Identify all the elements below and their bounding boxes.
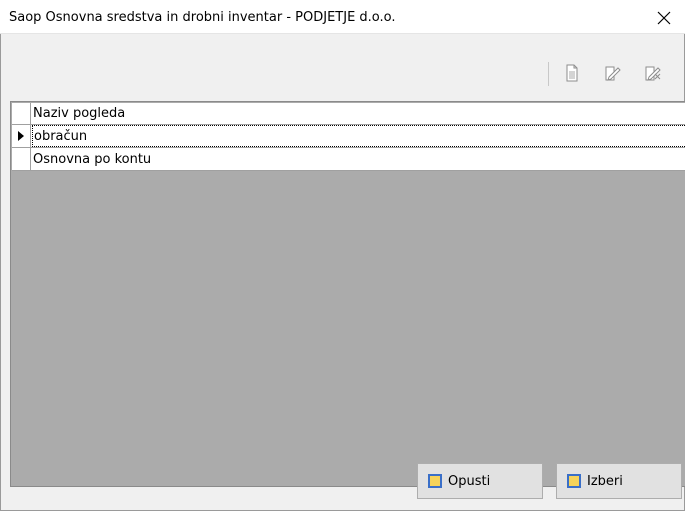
select-icon	[567, 474, 581, 488]
window-title: Saop Osnovna sredstva in drobni inventar…	[9, 10, 396, 25]
cancel-button-label: Opusti	[448, 473, 491, 489]
select-button[interactable]: Izberi	[556, 463, 682, 499]
views-grid[interactable]: Naziv pogleda obračun Osnovna po kontu	[10, 101, 685, 487]
close-button[interactable]	[643, 3, 685, 33]
toolbar	[1, 34, 684, 98]
row-indicator	[12, 125, 31, 147]
title-bar[interactable]: Saop Osnovna sredstva in drobni inventar…	[0, 3, 685, 34]
column-header-naziv-pogleda[interactable]: Naziv pogleda	[33, 103, 125, 124]
table-row[interactable]: obračun	[12, 125, 685, 148]
table-row[interactable]: Osnovna po kontu	[12, 148, 685, 171]
new-document-icon	[566, 64, 578, 82]
cancel-icon	[428, 474, 442, 488]
row-indicator	[12, 148, 31, 170]
new-button[interactable]	[561, 62, 583, 84]
cancel-button[interactable]: Opusti	[417, 463, 543, 499]
row-cell-naziv[interactable]: Osnovna po kontu	[33, 148, 151, 170]
current-row-arrow-icon	[18, 131, 24, 141]
edit-button[interactable]	[602, 62, 624, 84]
grid-header: Naziv pogleda	[12, 103, 685, 125]
delete-button[interactable]	[642, 62, 664, 84]
dialog-body: Naziv pogleda obračun Osnovna po kontu O…	[0, 34, 685, 511]
header-indicator-cell	[12, 103, 31, 124]
grid-area: Naziv pogleda obračun Osnovna po kontu	[12, 103, 685, 485]
close-icon	[657, 11, 671, 25]
row-cell-naziv[interactable]: obračun	[32, 125, 685, 147]
delete-document-icon	[645, 66, 661, 81]
edit-document-icon	[605, 66, 621, 81]
select-button-label: Izberi	[587, 473, 623, 489]
button-bar: Opusti Izberi	[1, 455, 684, 510]
toolbar-separator	[548, 62, 549, 86]
